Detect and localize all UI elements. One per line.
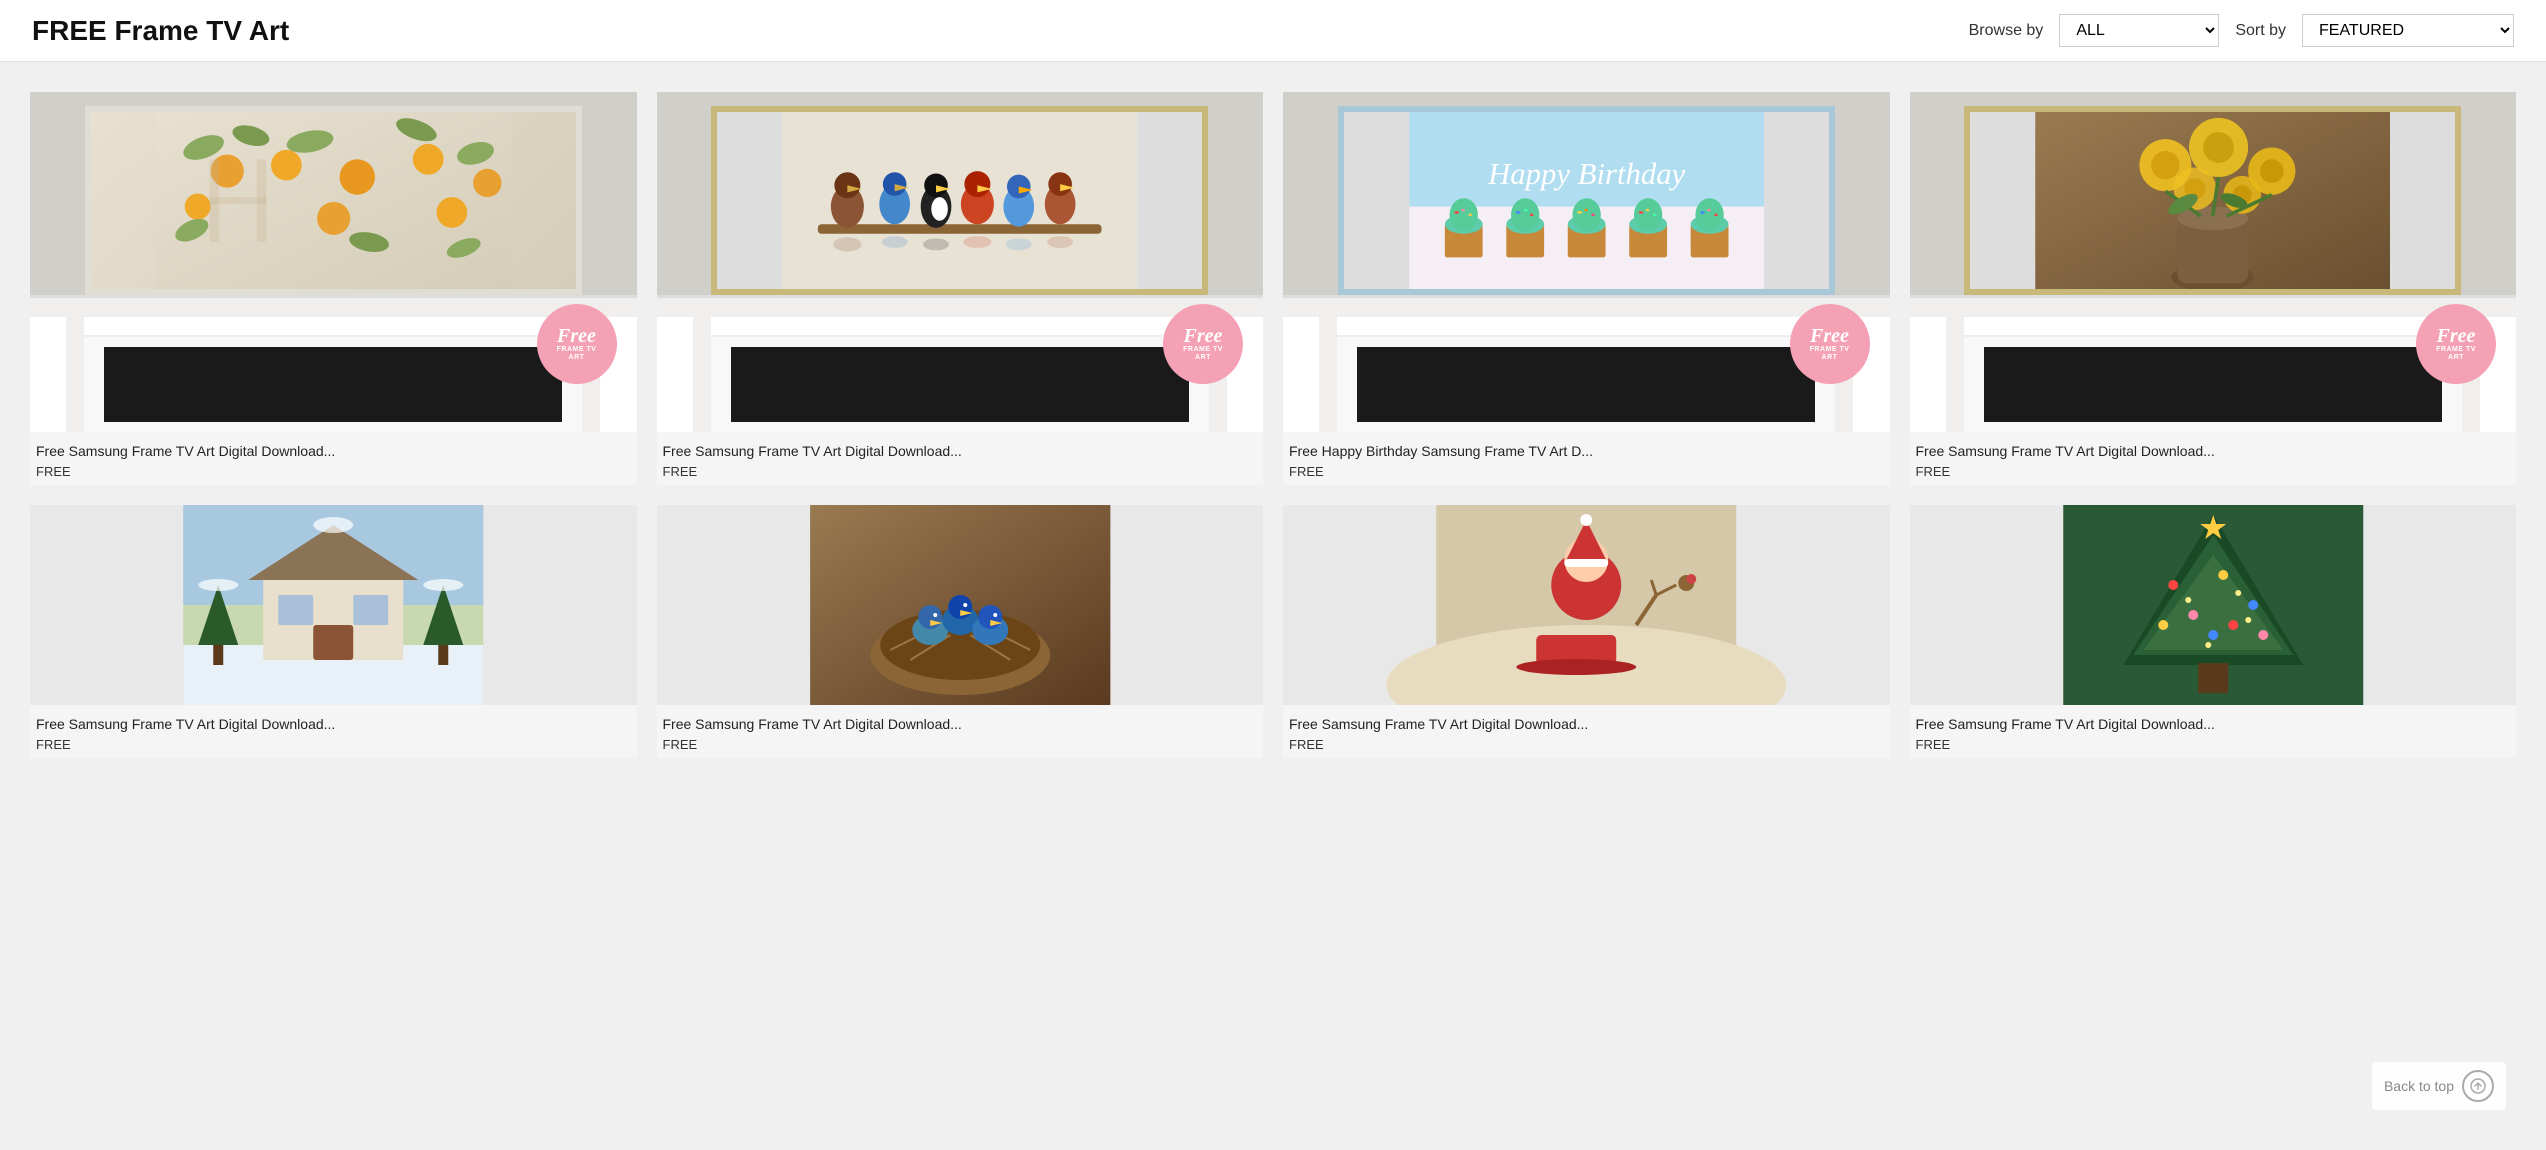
product-image-wrapper [1910, 505, 2517, 705]
product-title: Free Samsung Frame TV Art Digital Downlo… [663, 442, 1258, 460]
product-image-wrapper: Free FRAME TVART [1910, 92, 2517, 432]
svg-text:Happy Birthday: Happy Birthday [1487, 157, 1685, 191]
fireplace-scene [1910, 92, 2517, 432]
list-item[interactable]: Free Samsung Frame TV Art Digital Downlo… [30, 505, 637, 758]
product-info: Free Samsung Frame TV Art Digital Downlo… [657, 432, 1264, 485]
product-title: Free Samsung Frame TV Art Digital Downlo… [36, 715, 631, 733]
product-price: FREE [1916, 737, 2511, 752]
product-image-wrapper [30, 505, 637, 705]
header-controls: Browse by ALL Seasonal Floral Abstract A… [1969, 14, 2514, 47]
product-title: Free Samsung Frame TV Art Digital Downlo… [663, 715, 1258, 733]
badge-sub-text: FRAME TVART [2436, 346, 2476, 363]
product-price: FREE [1289, 737, 1884, 752]
page-header: FREE Frame TV Art Browse by ALL Seasonal… [0, 0, 2546, 62]
badge-free-text: Free [1184, 326, 1223, 346]
page-title: FREE Frame TV Art [32, 15, 289, 47]
badge-sub-text: FRAME TVART [1810, 346, 1850, 363]
product-info: Free Samsung Frame TV Art Digital Downlo… [1283, 705, 1890, 758]
product-image-wrapper [657, 505, 1264, 705]
list-item[interactable]: Free Samsung Frame TV Art Digital Downlo… [1283, 505, 1890, 758]
artwork-frame [711, 106, 1208, 295]
badge-sub-text: FRAME TVART [557, 346, 597, 363]
product-image-wrapper [1283, 505, 1890, 705]
free-badge: Free FRAME TVART [1163, 304, 1243, 384]
back-to-top-label: Back to top [2384, 1078, 2454, 1094]
product-title: Free Samsung Frame TV Art Digital Downlo… [1916, 715, 2511, 733]
product-price: FREE [663, 737, 1258, 752]
browse-by-select[interactable]: ALL Seasonal Floral Abstract Animals Vin… [2059, 14, 2219, 47]
product-price: FREE [1289, 464, 1884, 479]
list-item[interactable]: Free FRAME TVART Free Samsung Frame TV A… [30, 92, 637, 485]
list-item[interactable]: Free FRAME TVART Free Samsung Frame TV A… [657, 92, 1264, 485]
product-title: Free Samsung Frame TV Art Digital Downlo… [1289, 715, 1884, 733]
free-badge: Free FRAME TVART [2416, 304, 2496, 384]
product-info: Free Samsung Frame TV Art Digital Downlo… [657, 705, 1264, 758]
artwork-frame [85, 106, 582, 295]
product-info: Free Samsung Frame TV Art Digital Downlo… [1910, 432, 2517, 485]
artwork-frame: Happy Birthday [1338, 106, 1835, 295]
product-grid: Free FRAME TVART Free Samsung Frame TV A… [30, 92, 2516, 758]
list-item[interactable]: Free Samsung Frame TV Art Digital Downlo… [657, 505, 1264, 758]
badge-sub-text: FRAME TVART [1183, 346, 1223, 363]
artwork-frame [1964, 106, 2461, 295]
sort-by-label: Sort by [2235, 22, 2286, 40]
product-info: Free Samsung Frame TV Art Digital Downlo… [30, 432, 637, 485]
product-price: FREE [1916, 464, 2511, 479]
fireplace-scene: Happy Birthday [1283, 92, 1890, 432]
back-to-top-icon [2462, 1070, 2494, 1102]
badge-free-text: Free [1810, 326, 1849, 346]
product-image-wrapper: Free FRAME TVART [657, 92, 1264, 432]
free-badge: Free FRAME TVART [1790, 304, 1870, 384]
product-price: FREE [36, 464, 631, 479]
product-price: FREE [36, 737, 631, 752]
sort-by-select[interactable]: FEATURED PRICE: LOW TO HIGH PRICE: HIGH … [2302, 14, 2514, 47]
browse-by-label: Browse by [1969, 22, 2044, 40]
product-title: Free Samsung Frame TV Art Digital Downlo… [1916, 442, 2511, 460]
product-image-wrapper: Happy Birthday [1283, 92, 1890, 432]
fireplace-scene [657, 92, 1264, 432]
product-info: Free Samsung Frame TV Art Digital Downlo… [30, 705, 637, 758]
product-title: Free Samsung Frame TV Art Digital Downlo… [36, 442, 631, 460]
list-item[interactable]: Free FRAME TVART Free Samsung Frame TV A… [1910, 92, 2517, 485]
product-image-wrapper: Free FRAME TVART [30, 92, 637, 432]
product-info: Free Happy Birthday Samsung Frame TV Art… [1283, 432, 1890, 485]
back-to-top-button[interactable]: Back to top [2372, 1062, 2506, 1110]
free-badge: Free FRAME TVART [537, 304, 617, 384]
product-title: Free Happy Birthday Samsung Frame TV Art… [1289, 442, 1884, 460]
badge-free-text: Free [2437, 326, 2476, 346]
list-item[interactable]: Free Samsung Frame TV Art Digital Downlo… [1910, 505, 2517, 758]
main-content: Free FRAME TVART Free Samsung Frame TV A… [0, 62, 2546, 778]
fireplace-scene [30, 92, 637, 432]
badge-free-text: Free [557, 326, 596, 346]
list-item[interactable]: Happy Birthday [1283, 92, 1890, 485]
product-price: FREE [663, 464, 1258, 479]
product-info: Free Samsung Frame TV Art Digital Downlo… [1910, 705, 2517, 758]
